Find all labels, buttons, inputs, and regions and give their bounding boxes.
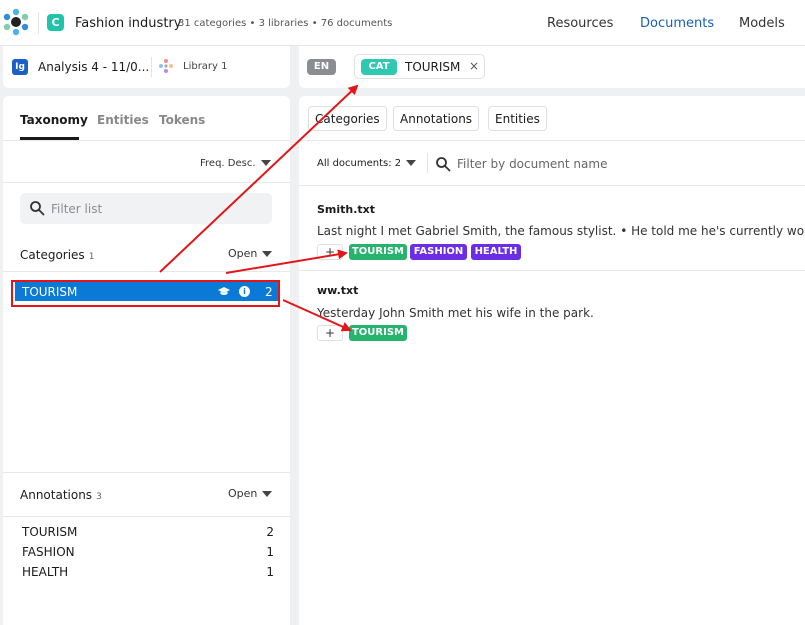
annotation-item-fashion[interactable]: FASHION 1	[22, 545, 274, 559]
chevron-down-icon	[406, 160, 417, 166]
taxonomy-panel: Taxonomy Entities Tokens Freq. Desc. Fil…	[3, 96, 290, 625]
language-badge[interactable]: EN	[307, 59, 336, 75]
header-divider	[38, 12, 39, 34]
app-logo-icon[interactable]	[2, 8, 30, 36]
categories-title: Categories 1	[20, 248, 94, 262]
annotation-count: 1	[266, 565, 274, 579]
add-annotation-button[interactable]: +	[317, 244, 343, 260]
categories-divider	[3, 271, 290, 272]
filter-list-placeholder: Filter list	[51, 202, 103, 216]
annotation-label: HEALTH	[22, 565, 69, 579]
analysis-badge: Ig	[12, 59, 28, 75]
view-divider	[299, 140, 805, 141]
tourism-highlight-box	[11, 280, 280, 307]
analysis-title[interactable]: Analysis 4 - 11/0...	[38, 60, 149, 74]
analysis-divider	[151, 57, 152, 77]
annotations-top-divider	[3, 472, 290, 473]
annotations-open-dropdown[interactable]: Open	[228, 487, 273, 500]
active-filter-bar: EN CAT TOURISM ×	[299, 46, 805, 88]
annotation-count: 2	[266, 525, 274, 539]
nav-documents[interactable]: Documents	[640, 16, 714, 31]
top-bar: C Fashion industry 31 categories • 3 lib…	[0, 0, 805, 46]
docs-filter-bottom-divider	[299, 185, 805, 186]
categories-title-text: Categories	[20, 248, 85, 262]
chevron-down-icon	[262, 251, 273, 257]
document-snippet: Last night I met Gabriel Smith, the famo…	[317, 224, 805, 238]
all-documents-label: All documents: 2	[317, 158, 402, 169]
project-meta: 31 categories • 3 libraries • 76 documen…	[178, 18, 393, 29]
tab-tokens[interactable]: Tokens	[159, 113, 205, 127]
annotations-count: 3	[96, 492, 102, 502]
annotation-item-tourism[interactable]: TOURISM 2	[22, 525, 274, 539]
categories-open-dropdown[interactable]: Open	[228, 247, 273, 260]
analysis-selector: Ig Analysis 4 - 11/0... Library 1	[3, 46, 290, 88]
chevron-down-icon	[260, 160, 271, 166]
annotation-item-health[interactable]: HEALTH 1	[22, 565, 274, 579]
document-title[interactable]: Smith.txt	[317, 203, 375, 216]
tag-tourism[interactable]: TOURISM	[349, 325, 407, 341]
categories-count: 1	[88, 252, 95, 262]
annotations-divider	[3, 516, 290, 517]
library-label[interactable]: Library 1	[183, 61, 228, 72]
search-icon	[30, 201, 45, 216]
category-tag: CAT	[361, 59, 397, 75]
annotations-open-label: Open	[228, 487, 258, 500]
sort-label: Freq. Desc.	[200, 158, 256, 169]
nav-resources[interactable]: Resources	[547, 16, 613, 31]
annotations-title: Annotations 3	[20, 488, 102, 502]
annotation-count: 1	[266, 545, 274, 559]
add-annotation-button[interactable]: +	[317, 325, 343, 341]
chevron-down-icon	[262, 491, 273, 497]
docs-filter-divider	[427, 153, 428, 173]
category-filter-value: TOURISM	[405, 60, 461, 74]
document-divider	[299, 270, 805, 271]
document-title[interactable]: ww.txt	[317, 284, 358, 297]
document-snippet: Yesterday John Smith met his wife in the…	[317, 306, 594, 320]
tab-taxonomy[interactable]: Taxonomy	[20, 113, 88, 127]
view-annotations-button[interactable]: Annotations	[393, 106, 480, 131]
annotation-label: FASHION	[22, 545, 75, 559]
annotation-label: TOURISM	[22, 525, 78, 539]
tabs-divider	[3, 140, 290, 141]
tag-health[interactable]: HEALTH	[471, 244, 521, 260]
tab-entities[interactable]: Entities	[97, 113, 149, 127]
project-name[interactable]: Fashion industry	[75, 16, 181, 31]
nav-models[interactable]: Models	[739, 16, 785, 31]
document-filter-input[interactable]: Filter by document name	[457, 157, 607, 171]
tag-fashion[interactable]: FASHION	[410, 244, 467, 260]
sort-divider	[3, 182, 290, 183]
project-badge: C	[47, 14, 64, 31]
categories-open-label: Open	[228, 247, 258, 260]
close-icon[interactable]: ×	[469, 59, 479, 73]
documents-panel: Categories Annotations Entities All docu…	[299, 96, 805, 625]
view-entities-button[interactable]: Entities	[488, 106, 547, 131]
search-icon	[436, 157, 451, 172]
filter-list-input[interactable]: Filter list	[20, 193, 272, 224]
sort-dropdown[interactable]: Freq. Desc.	[200, 158, 271, 169]
library-icon	[159, 59, 173, 73]
all-documents-dropdown[interactable]: All documents: 2	[317, 158, 417, 169]
view-categories-button[interactable]: Categories	[308, 106, 387, 131]
category-filter-chip[interactable]: CAT TOURISM ×	[354, 54, 485, 79]
tag-tourism[interactable]: TOURISM	[349, 244, 407, 260]
annotations-title-text: Annotations	[20, 488, 93, 502]
